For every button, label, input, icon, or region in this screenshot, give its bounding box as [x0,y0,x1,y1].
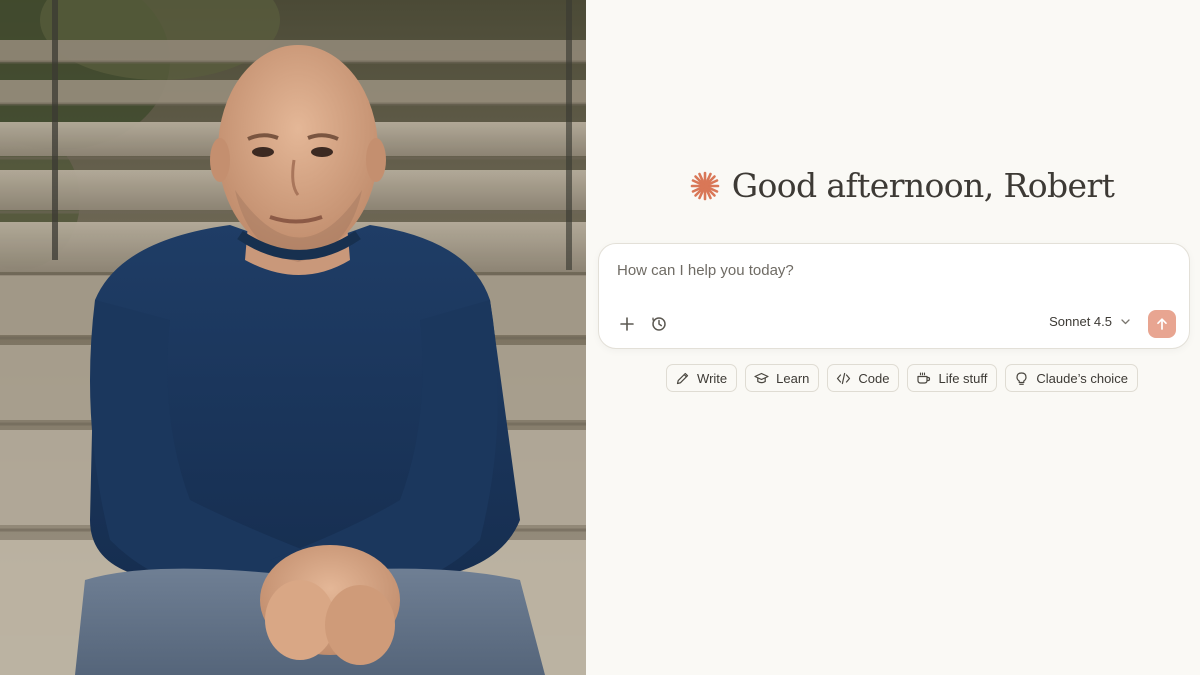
model-selector[interactable]: Sonnet 4.5 [1049,314,1131,329]
pencil-icon [676,372,689,384]
chip-label: Claude’s choice [1036,370,1128,386]
chip-label: Write [697,370,728,386]
send-button[interactable] [1148,310,1176,338]
portrait-illustration [0,0,586,675]
screen: Good afternoon, Robert Sonnet 4.5 [0,0,1200,675]
chip-write[interactable]: Write [666,364,738,392]
history-button[interactable] [647,312,671,336]
model-label: Sonnet 4.5 [1049,314,1112,329]
message-input[interactable] [617,262,1157,279]
arrow-up-icon [1157,318,1167,330]
chip-code[interactable]: Code [827,364,900,392]
greeting-text: Good afternoon, Robert [731,166,1115,205]
coffee-cup-icon [917,371,931,384]
add-attachment-button[interactable] [615,312,639,336]
suggestion-chips: Write Learn Code Life stuff Claude’s cho… [586,364,1200,392]
graduation-cap-icon [754,372,769,383]
portrait-photo [0,0,586,675]
chip-label: Code [858,370,890,386]
chip-label: Learn [776,370,810,386]
chevron-down-icon [1121,319,1130,325]
lightbulb-icon [1016,371,1027,385]
asterisk-spark-icon [690,171,720,200]
chip-life-stuff[interactable]: Life stuff [907,364,998,392]
chip-learn[interactable]: Learn [745,364,820,392]
greeting: Good afternoon, Robert [586,166,1200,205]
clock-history-icon [652,317,666,331]
chip-label: Life stuff [938,370,988,386]
chat-home: Good afternoon, Robert Sonnet 4.5 [586,0,1200,675]
chip-claudes-choice[interactable]: Claude’s choice [1005,364,1138,392]
plus-icon [620,317,634,331]
message-composer: Sonnet 4.5 [598,243,1190,349]
code-brackets-icon [837,372,851,384]
